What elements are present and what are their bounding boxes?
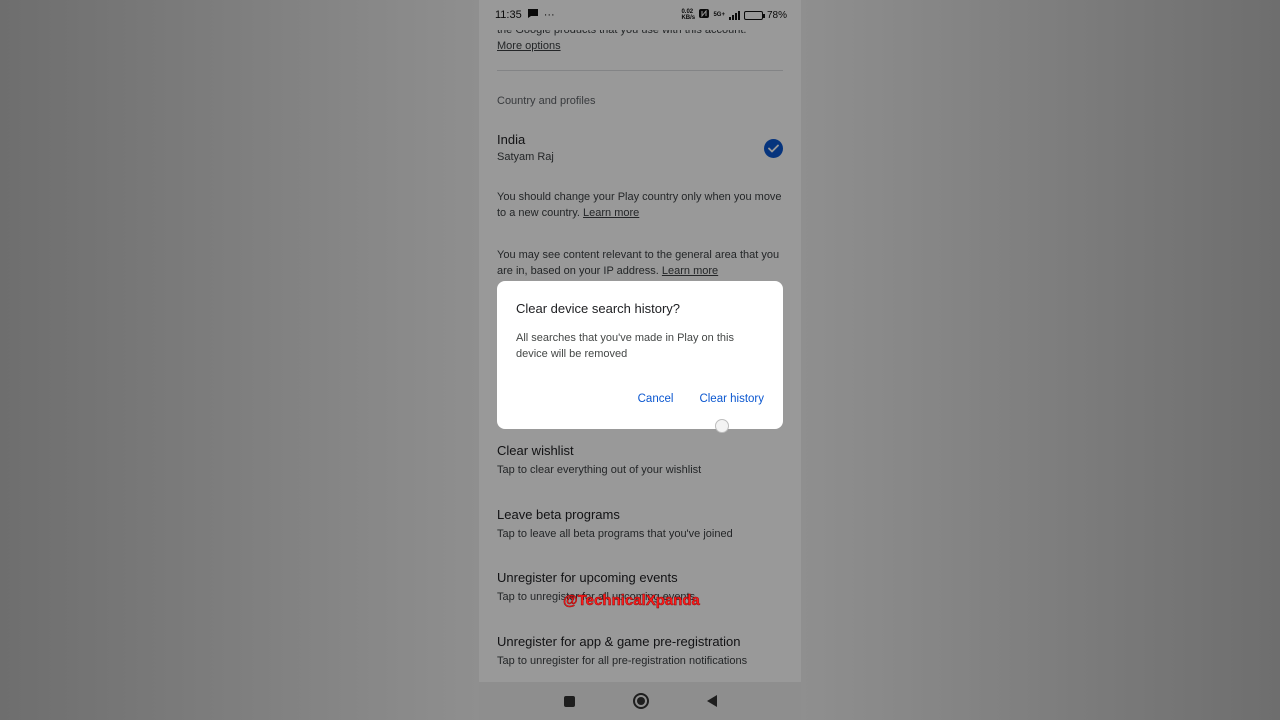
dialog-actions: Cancel Clear history bbox=[638, 393, 764, 405]
left-blurred-background bbox=[0, 0, 479, 720]
clear-history-button[interactable]: Clear history bbox=[699, 393, 764, 405]
clear-history-dialog: Clear device search history? All searche… bbox=[497, 281, 783, 429]
dialog-title: Clear device search history? bbox=[516, 301, 681, 316]
dialog-body: All searches that you've made in Play on… bbox=[516, 332, 734, 360]
cancel-button[interactable]: Cancel bbox=[638, 393, 674, 405]
phone-screen: 11:35 ··· 0.02 KB/s 5G+ 78% the Google p… bbox=[479, 0, 801, 720]
touch-indicator bbox=[715, 419, 729, 433]
channel-watermark: @TechnicalXpanda bbox=[563, 592, 700, 609]
right-blurred-background bbox=[801, 0, 1280, 720]
